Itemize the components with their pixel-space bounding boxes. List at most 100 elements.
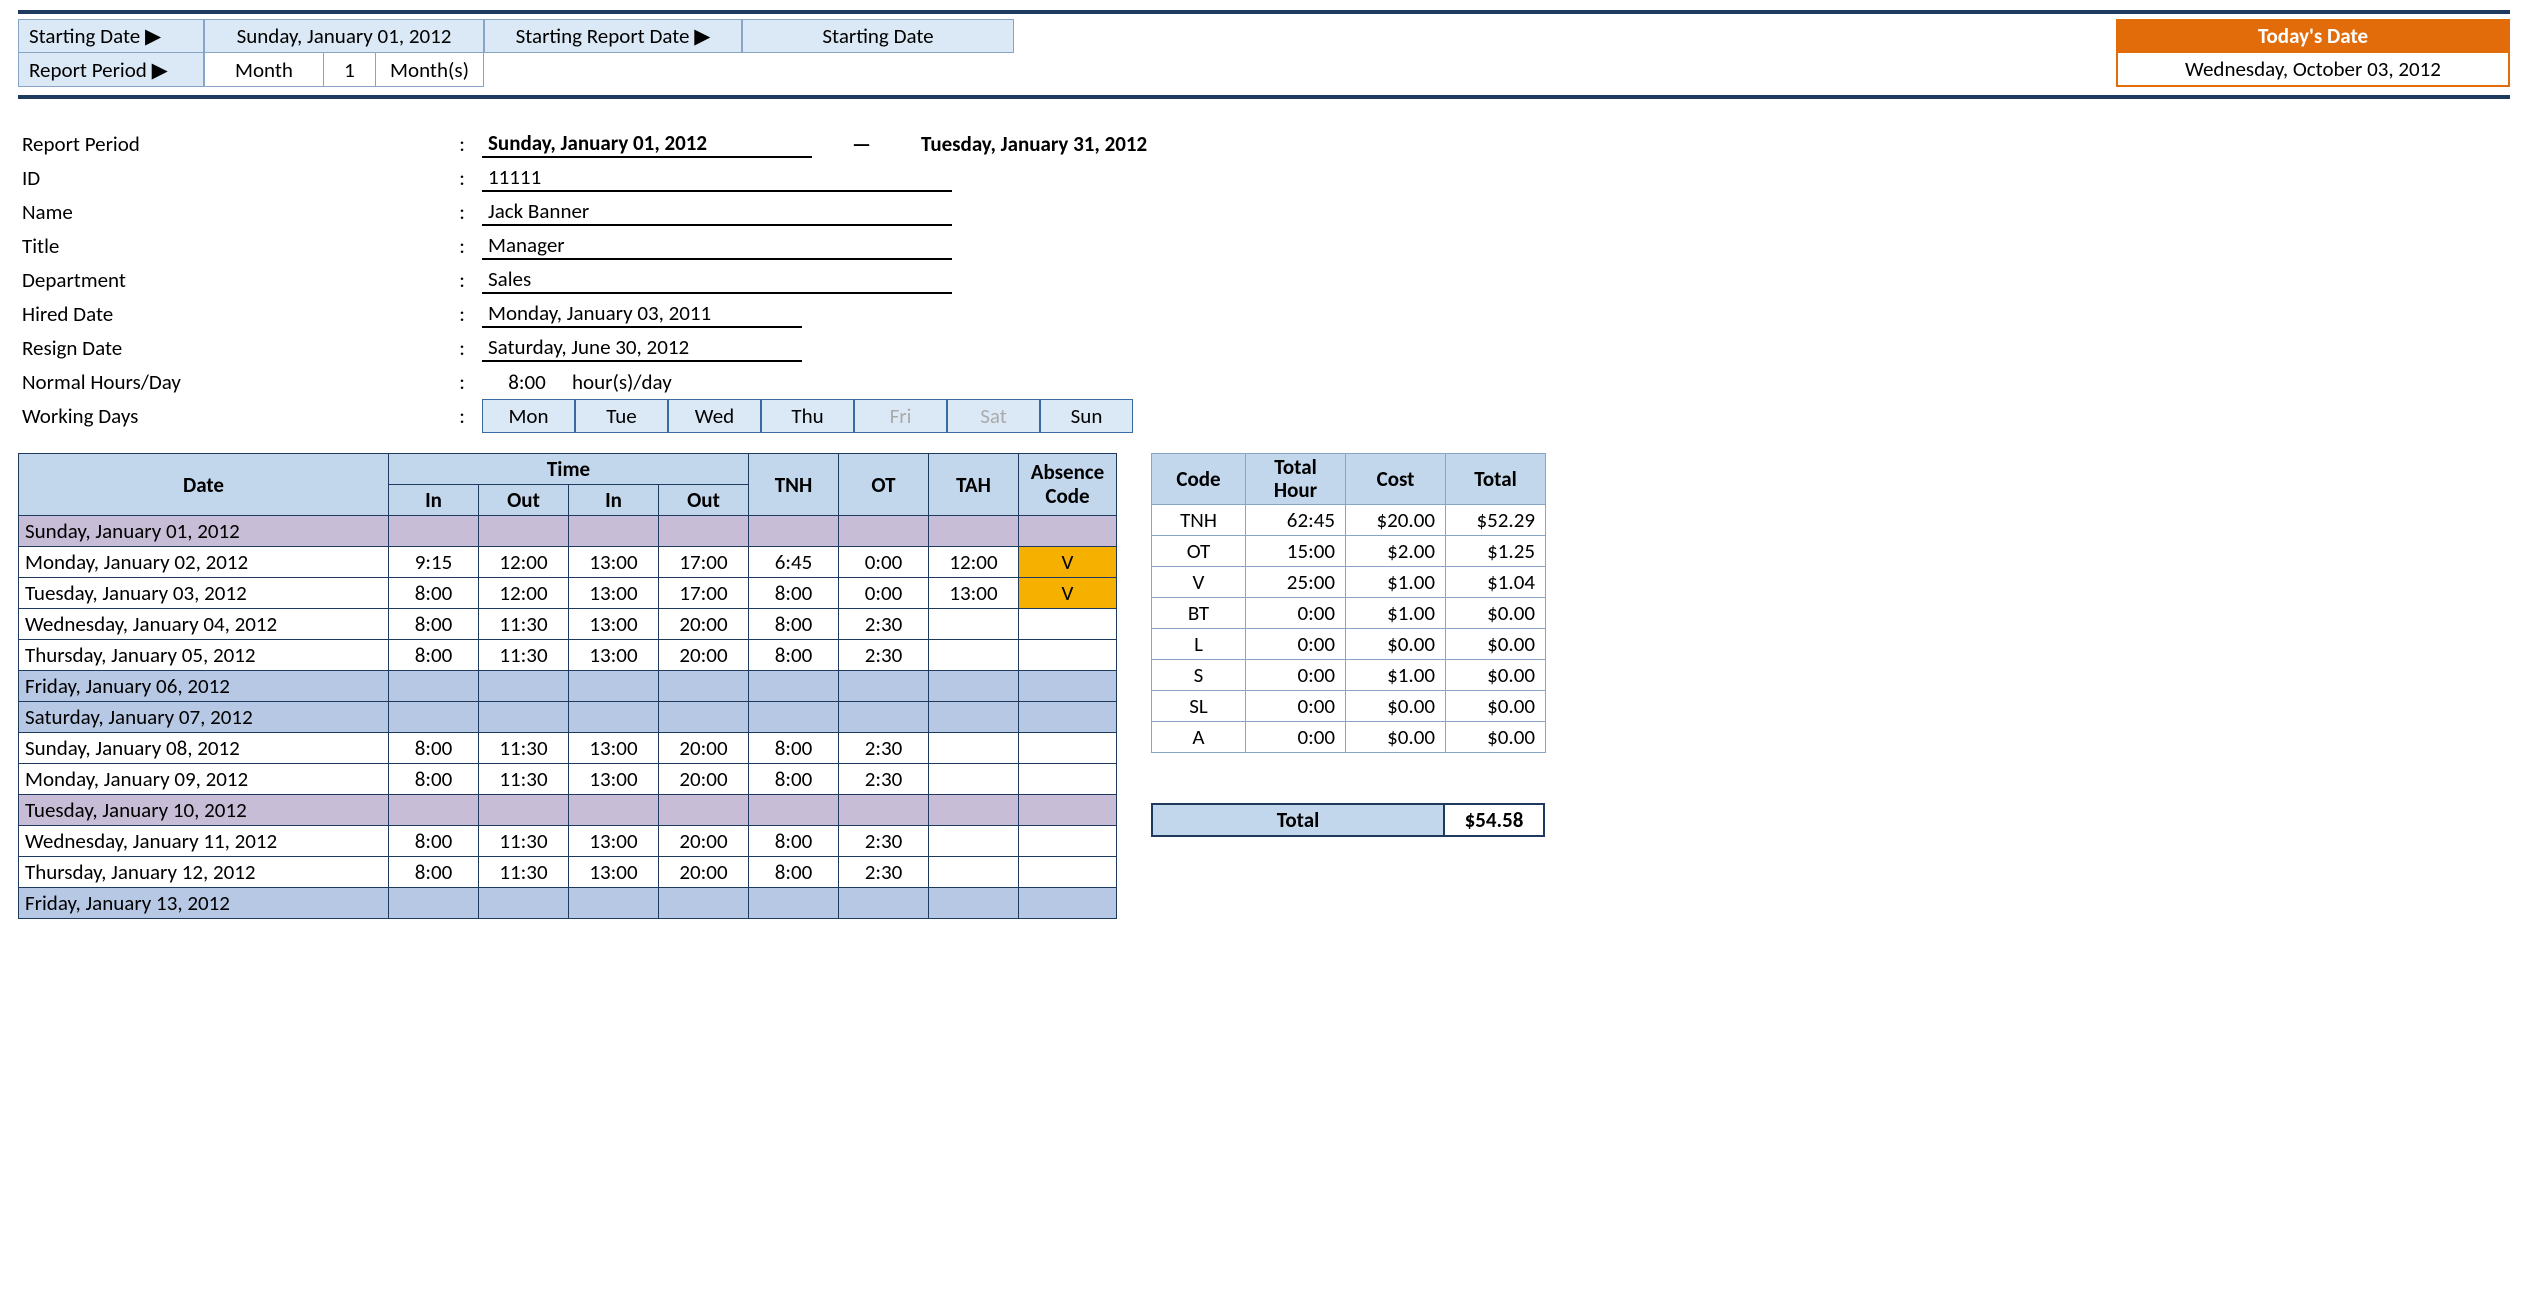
table-cell: 11:30 xyxy=(479,857,569,888)
table-cell: 13:00 xyxy=(569,826,659,857)
summary-cell: TNH xyxy=(1152,505,1246,536)
summary-cell: OT xyxy=(1152,536,1246,567)
summary-cell: 0:00 xyxy=(1246,722,1346,753)
resign-label: Resign Date xyxy=(22,335,442,361)
table-cell xyxy=(839,888,929,919)
starting-report-date-label: Starting Report Date ▶ xyxy=(484,19,742,53)
working-day-cell[interactable]: Tue xyxy=(575,399,668,433)
starting-report-date-value[interactable]: Starting Date xyxy=(742,19,1014,53)
summary-cell: V xyxy=(1152,567,1246,598)
table-cell xyxy=(659,671,749,702)
th-cost: Cost xyxy=(1346,454,1446,505)
table-cell xyxy=(929,826,1019,857)
table-cell: 8:00 xyxy=(749,578,839,609)
todays-date-header: Today's Date xyxy=(2116,19,2510,53)
period-unit[interactable]: Month xyxy=(204,53,324,87)
table-cell xyxy=(569,671,659,702)
table-cell xyxy=(479,888,569,919)
table-row: Tuesday, January 03, 20128:0012:0013:001… xyxy=(19,578,1117,609)
table-row: Tuesday, January 10, 2012 xyxy=(19,795,1117,826)
table-cell xyxy=(839,795,929,826)
table-cell xyxy=(389,702,479,733)
timesheet-table: Date Time TNH OT TAH Absence Code In Out… xyxy=(18,453,1117,919)
summary-cell: L xyxy=(1152,629,1246,660)
summary-cell: $0.00 xyxy=(1446,722,1546,753)
working-days-list: MonTueWedThuFriSatSun xyxy=(482,399,1133,433)
table-cell: Friday, January 13, 2012 xyxy=(19,888,389,919)
table-cell xyxy=(1019,609,1117,640)
period-count[interactable]: 1 xyxy=(324,53,376,87)
period-start: Sunday, January 01, 2012 xyxy=(482,130,812,158)
top-controls: Starting Date ▶ Report Period ▶ Sunday, … xyxy=(18,19,2510,89)
th-in2: In xyxy=(569,485,659,516)
table-cell xyxy=(1019,857,1117,888)
table-cell xyxy=(929,764,1019,795)
summary-row: BT0:00$1.00$0.00 xyxy=(1152,598,1546,629)
working-day-cell[interactable]: Sun xyxy=(1040,399,1133,433)
starting-date-value[interactable]: Sunday, January 01, 2012 xyxy=(204,19,484,53)
table-cell: 13:00 xyxy=(569,733,659,764)
working-day-cell[interactable]: Wed xyxy=(668,399,761,433)
table-cell xyxy=(929,857,1019,888)
table-cell: Friday, January 06, 2012 xyxy=(19,671,389,702)
table-cell: 20:00 xyxy=(659,764,749,795)
table-cell: 11:30 xyxy=(479,826,569,857)
table-row: Monday, January 09, 20128:0011:3013:0020… xyxy=(19,764,1117,795)
table-cell: 20:00 xyxy=(659,826,749,857)
table-cell: 8:00 xyxy=(389,733,479,764)
th-code: Code xyxy=(1152,454,1246,505)
table-cell: 8:00 xyxy=(389,764,479,795)
starting-date-label: Starting Date ▶ xyxy=(18,19,204,53)
summary-cell: $0.00 xyxy=(1346,722,1446,753)
todays-date-box: Today's Date Wednesday, October 03, 2012 xyxy=(2116,19,2510,89)
table-row: Wednesday, January 11, 20128:0011:3013:0… xyxy=(19,826,1117,857)
table-cell xyxy=(569,516,659,547)
working-day-cell[interactable]: Thu xyxy=(761,399,854,433)
table-cell: 13:00 xyxy=(569,547,659,578)
summary-row: SL0:00$0.00$0.00 xyxy=(1152,691,1546,722)
table-cell: 17:00 xyxy=(659,578,749,609)
table-cell: 20:00 xyxy=(659,640,749,671)
working-day-cell[interactable]: Mon xyxy=(482,399,575,433)
table-cell: 11:30 xyxy=(479,609,569,640)
table-cell xyxy=(659,888,749,919)
table-cell xyxy=(1019,702,1117,733)
summary-cell: 25:00 xyxy=(1246,567,1346,598)
table-cell xyxy=(1019,888,1117,919)
table-cell: 8:00 xyxy=(389,609,479,640)
working-day-cell[interactable]: Fri xyxy=(854,399,947,433)
table-cell xyxy=(1019,826,1117,857)
table-cell: 13:00 xyxy=(569,609,659,640)
table-cell xyxy=(1019,640,1117,671)
table-row: Friday, January 13, 2012 xyxy=(19,888,1117,919)
table-cell: 13:00 xyxy=(569,857,659,888)
summary-cell: $0.00 xyxy=(1446,629,1546,660)
table-cell xyxy=(929,640,1019,671)
table-cell: 8:00 xyxy=(749,640,839,671)
th-tah: TAH xyxy=(929,454,1019,516)
report-period-label: Report Period ▶ xyxy=(18,53,204,87)
summary-cell: $0.00 xyxy=(1446,691,1546,722)
table-cell: 11:30 xyxy=(479,764,569,795)
summary-cell: BT xyxy=(1152,598,1246,629)
department-value: Sales xyxy=(482,266,952,294)
summary-cell: SL xyxy=(1152,691,1246,722)
table-cell: 8:00 xyxy=(749,857,839,888)
table-cell xyxy=(659,795,749,826)
table-cell: Tuesday, January 10, 2012 xyxy=(19,795,389,826)
table-cell xyxy=(839,516,929,547)
table-cell: 2:30 xyxy=(839,826,929,857)
th-total: Total xyxy=(1446,454,1546,505)
period-end: Tuesday, January 31, 2012 xyxy=(911,131,1147,157)
table-cell xyxy=(389,671,479,702)
working-day-cell[interactable]: Sat xyxy=(947,399,1040,433)
th-date: Date xyxy=(19,454,389,516)
summary-cell: 15:00 xyxy=(1246,536,1346,567)
summary-cell: $0.00 xyxy=(1446,660,1546,691)
table-cell: 17:00 xyxy=(659,547,749,578)
th-tnh: TNH xyxy=(749,454,839,516)
table-cell xyxy=(749,516,839,547)
summary-cell: 0:00 xyxy=(1246,598,1346,629)
table-cell: 0:00 xyxy=(839,547,929,578)
table-cell: Saturday, January 07, 2012 xyxy=(19,702,389,733)
